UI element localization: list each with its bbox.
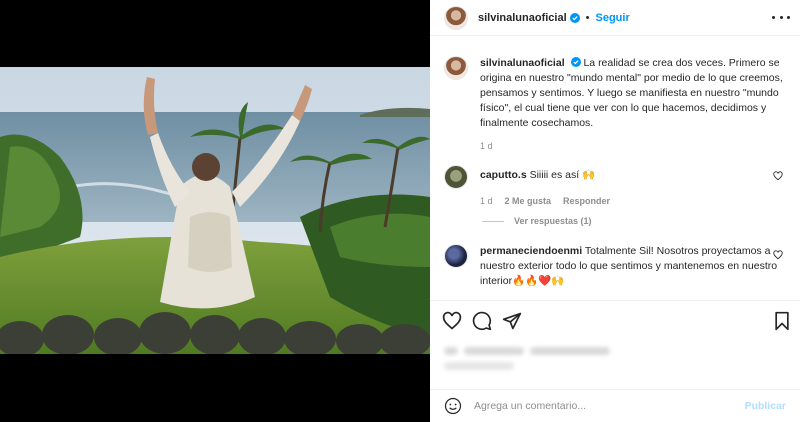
emoji-icon[interactable] <box>444 397 462 415</box>
author-avatar[interactable] <box>444 56 468 80</box>
more-options-icon[interactable] <box>772 10 790 24</box>
verified-badge-icon <box>569 12 580 23</box>
comment-text-block: caputto.s Siiiii es así 🙌 <box>480 165 789 183</box>
comment-item: permaneciendoenmi Totalmente Sil! Nosotr… <box>444 244 789 289</box>
post-date-redacted <box>444 362 514 370</box>
bookmark-icon[interactable] <box>772 311 792 331</box>
post-details-panel: silvinalunaoficial • Seguir silvinalunao… <box>430 0 800 422</box>
comment-icon[interactable] <box>472 311 492 331</box>
comment-meta: 1 d 2 Me gusta Responder <box>480 196 789 206</box>
add-comment-bar: Publicar <box>430 389 800 422</box>
caption-item: silvinalunaoficial La realidad se crea d… <box>444 56 789 151</box>
caption-username[interactable]: silvinalunaoficial <box>480 57 565 69</box>
reply-button[interactable]: Responder <box>563 196 610 206</box>
likes-summary-redacted <box>444 342 644 355</box>
publish-button[interactable]: Publicar <box>745 400 786 412</box>
instagram-post-viewer: silvinalunaoficial • Seguir silvinalunao… <box>0 0 800 422</box>
comment-heart-icon[interactable] <box>773 171 783 181</box>
author-username[interactable]: silvinalunaoficial <box>478 12 567 24</box>
commenter-avatar[interactable] <box>444 165 468 189</box>
view-replies-label: Ver respuestas (1) <box>514 216 592 226</box>
post-media-area <box>0 0 430 422</box>
post-photo[interactable] <box>0 67 430 354</box>
comment-username[interactable]: caputto.s <box>480 169 527 181</box>
comment-username[interactable]: permaneciendoenmi <box>480 245 582 257</box>
beach-meditation-image <box>0 67 430 354</box>
comment-text: Siiiii es así 🙌 <box>529 169 596 181</box>
post-actions-bar <box>430 300 800 340</box>
follow-button[interactable]: Seguir <box>596 12 630 24</box>
view-replies-button[interactable]: Ver respuestas (1) <box>482 216 592 226</box>
comment-text-block: permaneciendoenmi Totalmente Sil! Nosotr… <box>480 244 789 289</box>
header-separator: • <box>585 11 590 24</box>
share-icon[interactable] <box>502 311 522 331</box>
verified-badge-icon <box>570 57 581 67</box>
caption-text-block: silvinalunaoficial La realidad se crea d… <box>480 56 789 131</box>
replies-divider <box>482 220 504 222</box>
author-avatar[interactable] <box>444 5 468 30</box>
commenter-avatar[interactable] <box>444 244 468 268</box>
comment-item: caputto.s Siiiii es así 🙌 1 d 2 Me gusta… <box>444 165 789 206</box>
comment-likes-count[interactable]: 2 Me gusta <box>505 196 552 206</box>
comment-input[interactable] <box>474 400 745 412</box>
caption-time[interactable]: 1 d <box>480 141 493 151</box>
post-header: silvinalunaoficial • Seguir <box>430 0 800 36</box>
comment-heart-icon[interactable] <box>773 250 783 260</box>
caption-meta: 1 d <box>480 141 789 151</box>
comment-time[interactable]: 1 d <box>480 196 493 206</box>
heart-icon[interactable] <box>442 311 462 331</box>
comments-list: silvinalunaoficial La realidad se crea d… <box>430 37 800 300</box>
